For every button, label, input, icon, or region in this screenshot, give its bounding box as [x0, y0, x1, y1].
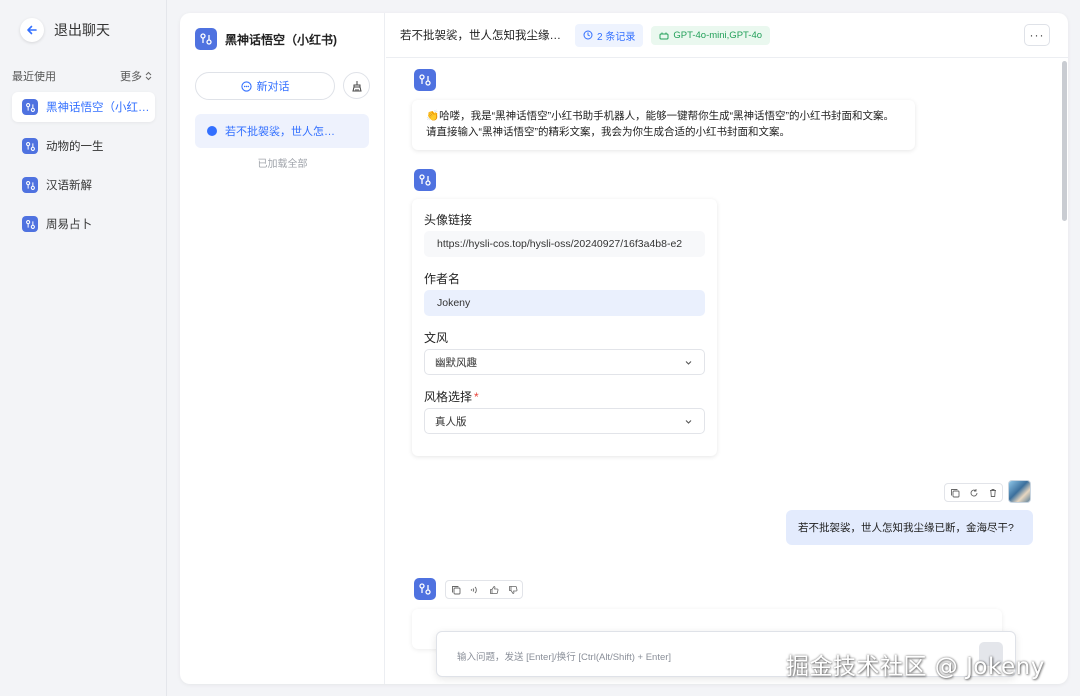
- chat-area: 若不批袈裟，世人怎知我尘缘… 2 条记录 GPT-4o-mini,GPT-4o …: [386, 13, 1068, 684]
- like-button[interactable]: [484, 581, 503, 598]
- models-badge: GPT-4o-mini,GPT-4o: [651, 25, 771, 45]
- copy-button[interactable]: [945, 484, 964, 501]
- chevron-down-icon: [685, 420, 692, 424]
- copy-icon: [451, 585, 460, 594]
- style-choice-value: 真人版: [435, 415, 467, 428]
- recent-apps-list: 黑神话悟空（小红… 动物的一生 汉语新解 周易占卜: [12, 92, 155, 248]
- user-avatar: [1008, 480, 1031, 503]
- thumbs-up-icon: [489, 585, 498, 594]
- chat-header: 若不批袈裟，世人怎知我尘缘… 2 条记录 GPT-4o-mini,GPT-4o …: [386, 13, 1068, 58]
- writing-style-select[interactable]: 幽默风趣: [424, 349, 705, 375]
- refresh-icon: [970, 488, 977, 496]
- greeting-line-2: 请直接输入“黑神话悟空”的精彩文案，我会为你生成合适的小红书封面和文案。: [426, 126, 790, 138]
- new-chat-label: 新对话: [256, 81, 290, 93]
- sort-arrows-icon: [145, 71, 152, 81]
- thumbs-down-icon: [508, 585, 517, 594]
- sidebar-item-zhouyi[interactable]: 周易占卜: [12, 209, 155, 239]
- app-title: 黑神话悟空（小红书): [195, 28, 337, 50]
- left-sidebar: 退出聊天 最近使用 更多 黑神话悟空（小红… 动物的一生 汉语新解 周易占卜: [0, 0, 167, 696]
- chat-bubble-icon: [240, 80, 252, 92]
- bot-greeting-bubble: 👏哈喽，我是“黑神话悟空”小红书助手机器人，能够一键帮你生成“黑神话悟空”的小红…: [412, 100, 915, 150]
- speaker-wave-icon: [470, 586, 477, 593]
- bot-app-icon: [22, 216, 38, 232]
- sidebar-item-label: 动物的一生: [46, 141, 104, 153]
- dislike-button[interactable]: [503, 581, 522, 598]
- history-item[interactable]: 若不批袈裟，世人怎…: [195, 114, 369, 148]
- records-label: 2 条记录: [597, 31, 636, 43]
- bot-app-icon: [419, 74, 431, 86]
- more-options-button[interactable]: ···: [1024, 24, 1050, 46]
- style-choice-select[interactable]: 真人版: [424, 408, 705, 434]
- copy-button[interactable]: [446, 581, 465, 598]
- author-name-label: 作者名: [424, 272, 461, 286]
- style-choice-label: 风格选择 *: [424, 388, 479, 405]
- sidebar-item-label: 黑神话悟空（小红…: [46, 102, 150, 114]
- sidebar-item-animal-life[interactable]: 动物的一生: [12, 131, 155, 161]
- history-item-label: 若不批袈裟，世人怎…: [225, 126, 335, 138]
- watermark: 掘金技术社区 @ Jokeny: [786, 654, 1045, 680]
- avatar-link-input[interactable]: https://hysli-cos.top/hysli-oss/20240927…: [424, 231, 705, 257]
- back-arrow-icon: [20, 18, 44, 42]
- bot-app-icon: [195, 28, 217, 50]
- writing-style-label: 文风: [424, 331, 449, 345]
- sidebar-item-label: 周易占卜: [46, 219, 92, 231]
- bot-message-toolbar: [445, 580, 523, 599]
- chat-input-placeholder: 输入问题，发送 [Enter]/换行 [Ctrl(Alt/Shift) + En…: [457, 652, 672, 663]
- models-label: GPT-4o-mini,GPT-4o: [673, 29, 763, 41]
- sidebar-item-wukong[interactable]: 黑神话悟空（小红…: [12, 92, 155, 122]
- model-icon: [659, 32, 669, 39]
- bot-app-icon: [22, 99, 38, 115]
- input-form-card: 头像链接 https://hysli-cos.top/hysli-oss/202…: [412, 199, 717, 456]
- user-message-toolbar: [944, 483, 1003, 502]
- more-apps-button[interactable]: 更多: [120, 68, 152, 84]
- scrollbar-thumb[interactable]: [1062, 61, 1067, 221]
- broom-icon: [351, 80, 362, 91]
- clock-icon: [583, 30, 593, 40]
- writing-style-value: 幽默风趣: [435, 356, 477, 369]
- main-panel: 黑神话悟空（小红书) 新对话 若不批袈裟，世人怎… 已加载全部 若不批袈裟，世人…: [180, 13, 1068, 684]
- more-label: 更多: [120, 71, 142, 83]
- records-badge[interactable]: 2 条记录: [575, 23, 644, 47]
- user-message-bubble: 若不批袈裟，世人怎知我尘缘已断，金海尽干?: [786, 510, 1033, 545]
- greeting-line-1: 👏哈喽，我是“黑神话悟空”小红书助手机器人，能够一键帮你生成“黑神话悟空”的小红…: [426, 110, 895, 122]
- history-panel: 黑神话悟空（小红书) 新对话 若不批袈裟，世人怎… 已加载全部: [180, 13, 385, 684]
- read-aloud-button[interactable]: [465, 581, 484, 598]
- copy-icon: [950, 488, 959, 497]
- chat-dot-icon: [207, 126, 217, 136]
- author-name-input[interactable]: Jokeny: [424, 290, 705, 316]
- regenerate-button[interactable]: [964, 484, 983, 501]
- exit-chat-label: 退出聊天: [54, 22, 110, 38]
- clear-history-button[interactable]: [343, 72, 370, 99]
- bot-avatar: [414, 578, 436, 600]
- sidebar-item-label: 汉语新解: [46, 180, 92, 192]
- bot-app-icon: [419, 583, 431, 595]
- bot-avatar: [414, 69, 436, 91]
- chevron-down-icon: [685, 361, 692, 365]
- required-mark: *: [474, 390, 479, 404]
- recent-header: 最近使用 更多: [12, 68, 152, 84]
- bot-app-icon: [22, 177, 38, 193]
- bot-avatar: [414, 169, 436, 191]
- loaded-all-text: 已加载全部: [257, 159, 308, 170]
- exit-chat-button[interactable]: 退出聊天: [20, 18, 110, 42]
- bot-app-icon: [22, 138, 38, 154]
- chat-title: 若不批袈裟，世人怎知我尘缘…: [400, 30, 561, 42]
- trash-icon: [989, 488, 996, 497]
- new-chat-button[interactable]: 新对话: [195, 72, 335, 100]
- recent-label: 最近使用: [12, 71, 56, 83]
- delete-button[interactable]: [983, 484, 1002, 501]
- bot-app-icon: [419, 174, 431, 186]
- sidebar-item-chinese-new-meaning[interactable]: 汉语新解: [12, 170, 155, 200]
- style-choice-text: 风格选择: [424, 390, 473, 404]
- app-title-text: 黑神话悟空（小红书): [225, 32, 337, 47]
- avatar-link-label: 头像链接: [424, 213, 473, 227]
